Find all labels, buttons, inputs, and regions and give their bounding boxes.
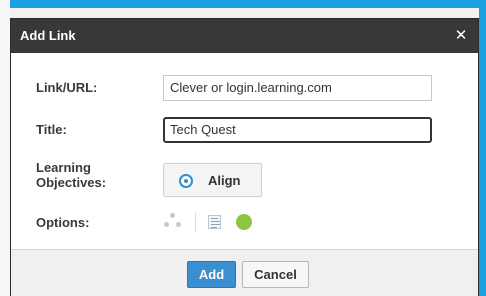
align-button[interactable]: Align: [163, 163, 262, 197]
learning-objectives-label-line2: Objectives:: [36, 175, 107, 190]
link-url-input[interactable]: Clever or login.learning.com: [163, 75, 432, 101]
options-separator: [195, 212, 196, 232]
learning-objectives-label: Learning Objectives:: [36, 160, 106, 190]
title-input[interactable]: Tech Quest: [163, 117, 432, 143]
learning-objectives-label-line1: Learning: [36, 160, 91, 175]
dialog-title: Add Link: [20, 28, 76, 43]
document-icon[interactable]: [208, 215, 221, 229]
page-right-edge: [479, 8, 486, 296]
page-top-edge: [0, 0, 486, 8]
dialog-titlebar: Add Link ✕: [11, 19, 478, 53]
cancel-button[interactable]: Cancel: [242, 261, 309, 288]
target-icon: [179, 174, 193, 188]
page-left-edge: [0, 0, 10, 296]
dots-icon[interactable]: [164, 213, 182, 231]
dialog-footer: Add Cancel: [11, 249, 478, 296]
align-button-label: Align: [208, 173, 241, 188]
options-label: Options:: [36, 215, 90, 230]
add-link-dialog: Add Link ✕ Link/URL: Clever or login.lea…: [10, 18, 479, 296]
link-url-label: Link/URL:: [36, 80, 98, 95]
green-circle-icon[interactable]: [236, 214, 252, 230]
title-label: Title:: [36, 122, 67, 137]
close-icon[interactable]: ✕: [450, 25, 472, 47]
add-button[interactable]: Add: [187, 261, 236, 288]
